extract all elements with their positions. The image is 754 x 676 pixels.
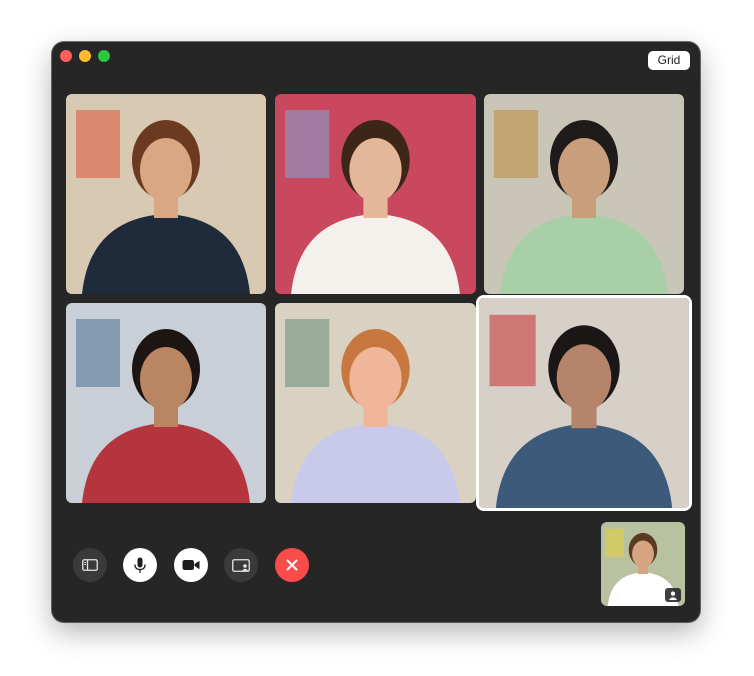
person-icon [668,591,678,600]
participant-video [479,298,689,508]
grid-view-button[interactable]: Grid [648,51,690,70]
background-object [285,110,330,178]
participant-tile[interactable] [275,303,476,503]
share-screen-icon [232,558,250,572]
participant-video [275,303,476,503]
face [140,138,192,202]
face [558,138,610,202]
participant-video [66,94,266,294]
participant-video [484,94,684,294]
background-object [494,110,538,178]
participant-video [275,94,476,294]
sidebar-button[interactable] [73,548,107,582]
microphone-button[interactable] [123,548,157,582]
face [140,347,192,411]
face [349,347,402,411]
background-object [76,110,120,178]
close-window-button[interactable] [60,50,72,62]
participant-tile[interactable] [66,94,266,294]
end-call-button[interactable] [275,548,309,582]
microphone-icon [134,557,146,573]
video-camera-icon [182,560,200,570]
background-object [285,319,330,387]
sidebar-icon [82,559,98,571]
participant-tile[interactable] [275,94,476,294]
participant-tile[interactable] [66,303,266,503]
self-view-video[interactable] [601,522,685,606]
background-object [605,528,624,558]
participant-tile[interactable] [484,94,684,294]
background-object [76,319,120,387]
share-screen-button[interactable] [224,548,258,582]
face [556,344,612,412]
minimize-window-button[interactable] [79,50,91,62]
face [632,540,654,568]
zoom-window-button[interactable] [98,50,110,62]
participant-tile[interactable] [476,295,692,511]
self-view-toggle[interactable] [665,588,681,602]
camera-button[interactable] [174,548,208,582]
background-object [489,314,536,387]
face [349,138,402,202]
participant-video [66,303,266,503]
close-icon [286,559,298,571]
facetime-window: Grid [52,42,700,622]
